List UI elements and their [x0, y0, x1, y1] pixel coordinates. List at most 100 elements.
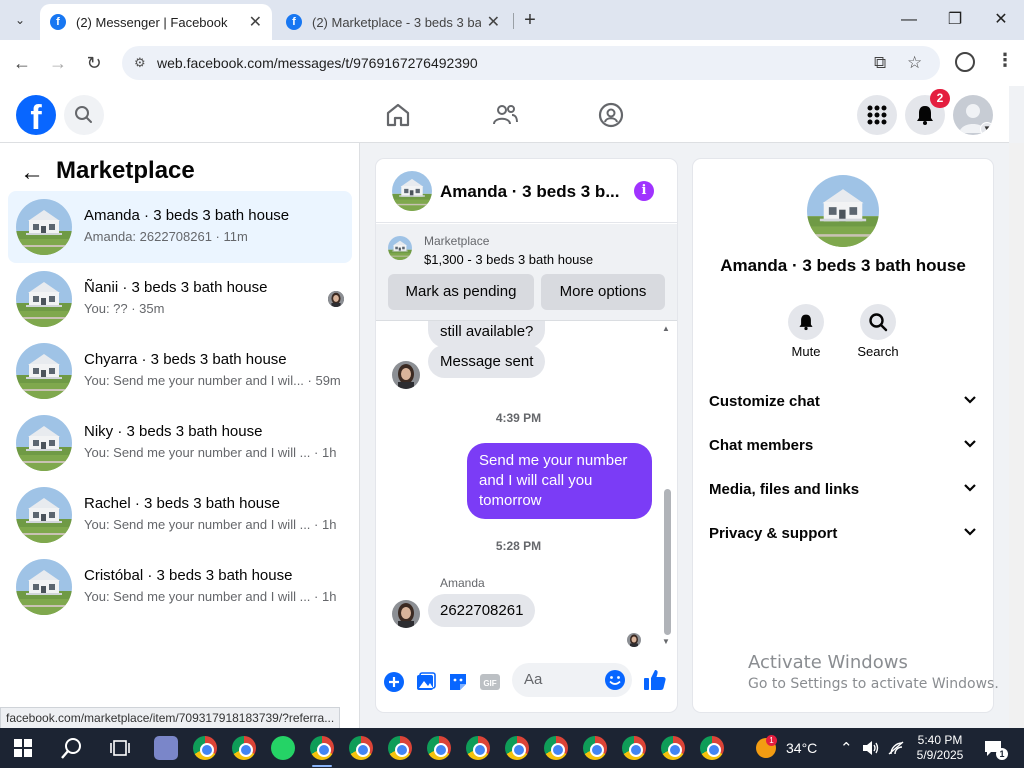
close-tab-icon[interactable]: ✕	[487, 12, 500, 32]
new-tab-plus-icon[interactable]: +	[519, 9, 541, 31]
wifi-icon[interactable]	[888, 740, 904, 756]
search-in-conversation-button[interactable]: Search	[848, 304, 908, 359]
paint-app-icon[interactable]	[154, 736, 178, 760]
panel-title: Marketplace	[56, 157, 195, 184]
forward-arrow-icon[interactable]: →	[46, 51, 70, 75]
info-icon[interactable]: i	[634, 181, 654, 201]
temperature-text[interactable]: 34°C	[786, 740, 817, 756]
gif-icon[interactable]: GIF	[479, 671, 501, 693]
restore-window-icon[interactable]: ❐	[933, 6, 977, 34]
list-item-thread[interactable]: Rachel · 3 beds 3 bath house You: Send m…	[8, 479, 352, 551]
facebook-search-button[interactable]	[64, 95, 104, 135]
list-item-thread[interactable]: Amanda · 3 beds 3 bath house Amanda: 262…	[8, 191, 352, 263]
chrome-icon[interactable]	[661, 736, 685, 760]
list-item-thread[interactable]: Ñanii · 3 beds 3 bath house You: ?? · 35…	[8, 263, 352, 335]
chat-members-section[interactable]: Chat members	[709, 425, 979, 465]
facebook-favicon-icon: f	[286, 14, 302, 30]
chrome-icon[interactable]	[193, 736, 217, 760]
search-label: Search	[857, 344, 899, 359]
tab-search-dropdown-icon[interactable]: ⌄	[8, 8, 32, 32]
listing-thumbnail	[16, 199, 72, 255]
customize-chat-section[interactable]: Customize chat	[709, 381, 979, 421]
conversation-title[interactable]: Amanda · 3 beds 3 b...	[440, 182, 620, 202]
windows-start-icon[interactable]	[14, 739, 32, 757]
sticker-icon[interactable]	[447, 671, 469, 693]
site-info-icon[interactable]: ⚙	[134, 55, 150, 71]
thread-name: Ñanii · 3 beds 3 bath house	[84, 279, 268, 296]
emoji-icon[interactable]	[604, 669, 626, 691]
back-arrow-icon[interactable]: ←	[20, 159, 44, 187]
browser-profile-icon[interactable]	[955, 52, 975, 72]
more-options-button[interactable]: More options	[541, 274, 665, 310]
home-nav-button[interactable]	[383, 100, 413, 130]
volume-icon[interactable]	[862, 740, 880, 756]
scroll-up-arrow-icon[interactable]: ▲	[662, 324, 670, 333]
notification-center-count: 1	[996, 748, 1008, 760]
chrome-icon[interactable]	[622, 736, 646, 760]
chrome-icon[interactable]	[232, 736, 256, 760]
tab-messenger[interactable]: f (2) Messenger | Facebook ✕	[40, 4, 272, 40]
chrome-icon[interactable]	[388, 736, 412, 760]
listing-thumbnail[interactable]	[388, 236, 412, 260]
whatsapp-icon[interactable]	[271, 736, 295, 760]
listing-price-title[interactable]: $1,300 - 3 beds 3 bath house	[424, 252, 593, 267]
page-scrollbar[interactable]	[1009, 143, 1024, 728]
plus-circle-icon[interactable]	[383, 671, 405, 693]
outgoing-message: Send me your number and I will call you …	[467, 443, 652, 519]
message-input[interactable]	[524, 671, 596, 688]
seen-avatar-icon	[328, 291, 344, 307]
message-input-box[interactable]	[512, 663, 632, 697]
account-avatar-button[interactable]: ▼	[953, 95, 993, 135]
browser-menu-kebab-icon[interactable]: ⋮	[996, 50, 1014, 71]
incoming-message: Message sent	[428, 345, 546, 378]
chrome-icon[interactable]	[466, 736, 490, 760]
install-app-icon[interactable]: ⧉	[874, 53, 886, 73]
chevron-down-icon	[964, 484, 976, 492]
chrome-icon[interactable]	[349, 736, 373, 760]
url-text[interactable]: web.facebook.com/messages/t/976916727649…	[157, 55, 478, 71]
privacy-support-section[interactable]: Privacy & support	[709, 513, 979, 553]
incoming-message: 2622708261	[428, 594, 536, 627]
listing-thumbnail	[16, 487, 72, 543]
friends-nav-button[interactable]	[490, 100, 520, 130]
minimize-window-icon[interactable]: —	[887, 6, 931, 34]
address-bar[interactable]: ⚙ web.facebook.com/messages/t/9769167276…	[122, 46, 940, 80]
chrome-icon[interactable]	[700, 736, 724, 760]
conversation-avatar[interactable]	[392, 171, 432, 211]
thumbs-up-icon[interactable]	[643, 668, 667, 692]
chrome-icon[interactable]	[310, 736, 334, 760]
list-item-thread[interactable]: Niky · 3 beds 3 bath house You: Send me …	[8, 407, 352, 479]
close-tab-icon[interactable]: ✕	[249, 12, 262, 32]
photo-gallery-icon[interactable]	[415, 671, 437, 693]
tab-marketplace[interactable]: f (2) Marketplace - 3 beds 3 bath house …	[276, 4, 510, 40]
conversation-avatar-large[interactable]	[807, 175, 879, 247]
close-window-icon[interactable]: ✕	[979, 6, 1023, 34]
mark-as-pending-button[interactable]: Mark as pending	[388, 274, 534, 310]
conversation-panel: Amanda · 3 beds 3 b... i Marketplace $1,…	[376, 159, 677, 712]
list-item-thread[interactable]: Chyarra · 3 beds 3 bath house You: Send …	[8, 335, 352, 407]
chrome-icon[interactable]	[544, 736, 568, 760]
chevron-down-icon	[964, 528, 976, 536]
mute-button[interactable]: Mute	[776, 304, 836, 359]
message-scrollbar-thumb[interactable]	[664, 489, 671, 635]
list-item-thread[interactable]: Cristóbal · 3 beds 3 bath house You: Sen…	[8, 551, 352, 623]
back-arrow-icon[interactable]: ←	[10, 51, 34, 75]
chrome-icon[interactable]	[583, 736, 607, 760]
show-hidden-icons-chevron-icon[interactable]: ⌃	[840, 739, 853, 757]
task-view-icon[interactable]	[110, 739, 130, 757]
search-icon	[869, 313, 888, 332]
bookmark-star-icon[interactable]: ☆	[907, 53, 922, 73]
taskbar-search-icon[interactable]	[60, 736, 84, 760]
menu-grid-button[interactable]	[857, 95, 897, 135]
clock[interactable]: 5:40 PM 5/9/2025	[912, 733, 968, 763]
read-receipt-avatar	[627, 633, 641, 647]
friends-icon	[493, 105, 518, 125]
message-list: still available? Message sent 4:39 PM Se…	[376, 321, 677, 655]
chrome-icon[interactable]	[427, 736, 451, 760]
groups-nav-button[interactable]	[596, 100, 626, 130]
reload-icon[interactable]: ↻	[82, 51, 106, 75]
chrome-icon[interactable]	[505, 736, 529, 760]
scroll-down-arrow-icon[interactable]: ▼	[662, 637, 670, 646]
media-files-links-section[interactable]: Media, files and links	[709, 469, 979, 509]
facebook-logo-icon[interactable]: f	[16, 95, 56, 135]
